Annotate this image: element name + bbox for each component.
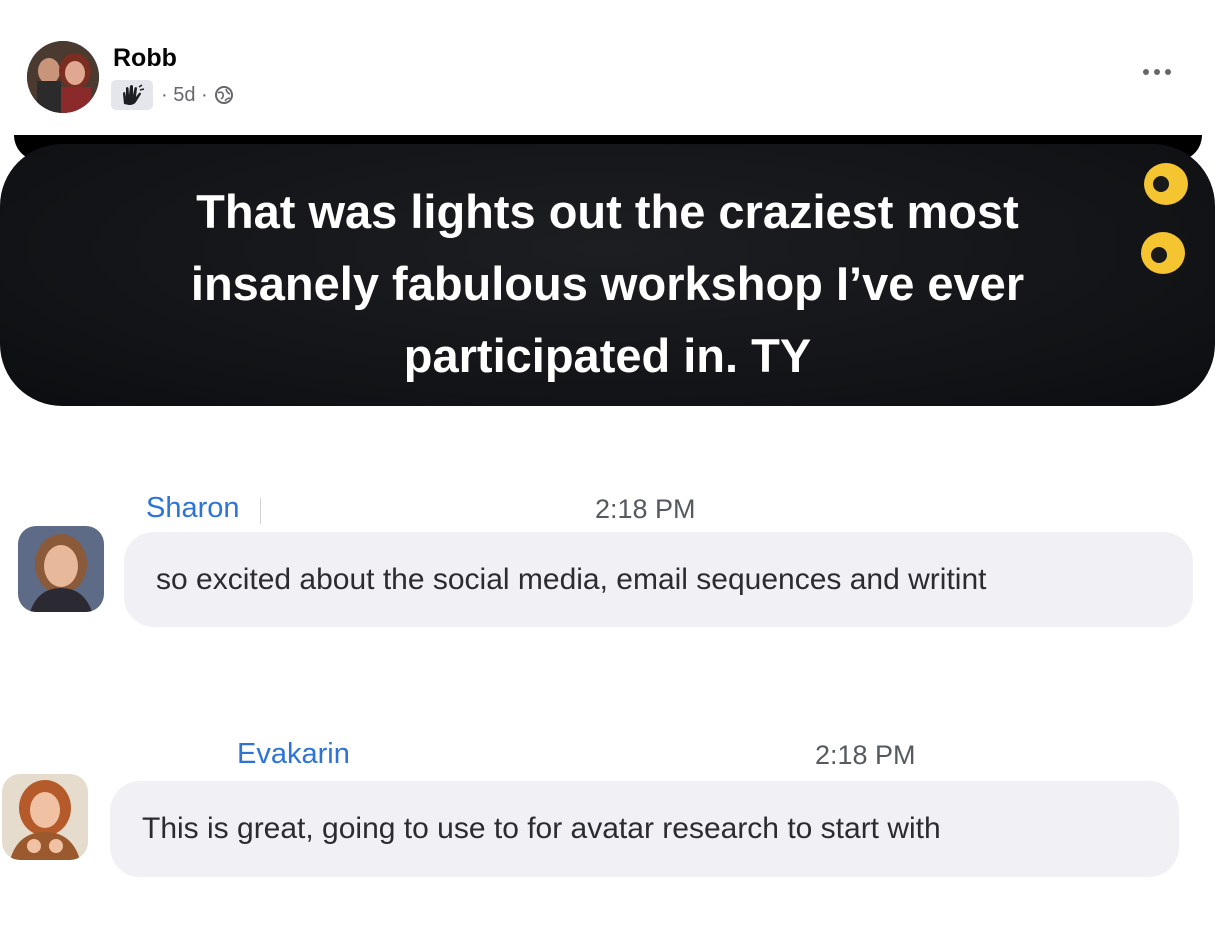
message-sender[interactable]: Evakarin: [237, 738, 350, 771]
post-header: Robb · 5d ·: [0, 0, 1215, 130]
message-time: 2:18 PM: [815, 740, 916, 770]
globe-icon: [214, 85, 234, 105]
author-avatar[interactable]: [27, 41, 99, 113]
eyes-emoji-icon: [1141, 160, 1193, 280]
post-meta: · 5d ·: [111, 80, 234, 110]
evakarin-avatar[interactable]: [2, 774, 88, 860]
message-sender[interactable]: Sharon: [146, 492, 240, 525]
raised-hand-icon: [111, 80, 153, 110]
banner-text: That was lights out the craziest most in…: [190, 185, 1025, 382]
name-divider: [260, 498, 261, 524]
message-text: so excited about the social media, email…: [156, 562, 987, 596]
message-bubble: This is great, going to use to for avata…: [110, 781, 1179, 877]
message-text: This is great, going to use to for avata…: [142, 812, 941, 845]
message-bubble: so excited about the social media, email…: [124, 532, 1193, 627]
message-time: 2:18 PM: [595, 494, 696, 524]
post-time[interactable]: · 5d ·: [161, 84, 208, 107]
author-name[interactable]: Robb: [113, 44, 177, 73]
sharon-avatar[interactable]: [18, 526, 104, 612]
more-dots-icon[interactable]: [1140, 60, 1174, 84]
